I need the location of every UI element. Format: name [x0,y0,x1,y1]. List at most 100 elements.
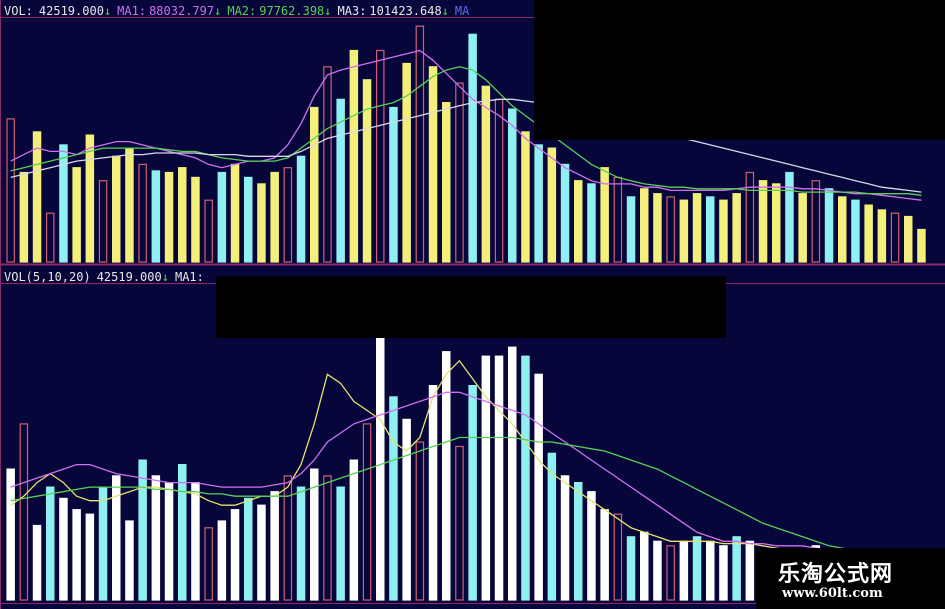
top-volume-bar [811,180,821,263]
top-volume-bar [376,49,385,263]
top-volume-bar [917,228,926,263]
bottom-header-mask [216,276,726,338]
top-volume-bar [666,196,675,263]
bottom-volume-bar [336,486,345,601]
bottom-volume-bar [270,491,279,601]
bottom-volume-bar [296,486,306,601]
top-volume-bar [257,183,266,263]
bottom-volume-bar [653,540,662,601]
bottom-volume-bar [244,497,253,601]
top-volume-bar [125,147,134,263]
bottom-volume-bar [59,497,68,601]
top-volume-bar [705,196,715,263]
bottom-volume-bar [72,509,81,601]
bottom-volume-bar [125,520,134,601]
bottom-ma3-line [10,436,922,563]
top-volume-bar [402,62,411,263]
top-volume-bar [851,199,860,263]
bottom-volume-bar [468,385,477,601]
top-ma2-label: MA2: [227,4,257,18]
top-volume-bar [349,49,359,263]
bottom-volume-bar [508,346,517,601]
top-vol-value: 42519.000 [38,4,104,18]
bottom-volume-bar [45,486,55,601]
volume-chart-window: VOL: 42519.000↓ MA1: 88032.797↓ MA2: 97762.39… [0,0,945,609]
top-volume-bar [534,144,543,263]
top-volume-bar [639,188,649,263]
bottom-volume-bar [402,418,411,601]
bottom-volume-bar [679,540,689,601]
bottom-volume-bar [19,423,29,601]
top-volume-bar [217,171,227,263]
top-volume-bar [521,131,530,263]
down-arrow-icon: ↓ [103,4,112,18]
top-volume-bar [442,101,451,263]
bottom-volume-bar [310,468,319,601]
top-volume-bar [389,106,398,263]
top-volume-bar [6,118,15,263]
bottom-volume-bar [389,396,398,601]
top-ma3-value: 101423.648 [369,4,442,18]
top-volume-bar [230,163,240,263]
top-volume-bar [323,66,332,263]
top-volume-bar [626,196,636,263]
bottom-vol-label: VOL(5,10,20) [4,270,91,284]
bottom-panel-header: VOL(5,10,20) 42519.000↓ MA1: [4,268,210,286]
bottom-volume-bar [151,475,161,601]
top-volume-bar [468,33,477,263]
top-volume-bar [890,212,900,263]
bottom-volume-bar [191,482,200,601]
top-volume-bar [310,106,319,263]
top-volume-bar [151,170,161,263]
bottom-volume-bar [639,531,649,601]
top-ma2-value: 97762.398 [259,4,325,18]
down-arrow-icon: ↓ [441,4,449,18]
top-volume-bar [798,193,807,263]
bottom-volume-bar [428,385,438,601]
top-volume-bar [296,155,306,263]
bottom-volume-bar [613,513,623,601]
top-volume-bar [745,171,755,263]
bottom-volume-bar [587,491,596,601]
top-volume-bar [191,176,200,263]
bottom-ma1-label: MA1: [174,270,204,284]
bottom-volume-bar [323,475,332,601]
top-volume-bar [771,183,781,263]
bottom-volume-bar [521,355,530,601]
bottom-volume-bar [732,536,741,601]
bottom-volume-bar [745,540,755,601]
bottom-volume-bar [666,545,675,601]
top-volume-bar [837,196,847,263]
top-volume-bar [19,171,29,263]
top-volume-bar [481,85,491,263]
top-volume-bar [785,171,794,263]
top-volume-bar [415,25,425,263]
bottom-volume-bar [98,486,108,601]
top-volume-bar [455,82,464,263]
top-volume-bar [244,176,253,263]
bottom-volume-bar [32,524,42,601]
top-volume-bar [600,167,609,263]
top-ma4-label: MA [454,4,470,18]
top-volume-bar [270,171,279,263]
top-volume-bar [204,199,213,263]
top-volume-bar [283,167,293,263]
top-volume-bar [824,188,834,263]
top-volume-bar [164,171,174,263]
top-volume-bar [560,163,570,263]
bottom-volume-bar [230,509,240,601]
top-volume-bar [679,199,689,263]
watermark-url: www.60lt.com [782,586,883,601]
top-volume-bar [864,204,873,263]
bottom-volume-bar [178,464,187,601]
bottom-volume-bar [442,351,451,601]
down-arrow-icon: ↓ [214,4,222,18]
top-volume-bar [72,167,81,263]
top-volume-bar [573,180,583,263]
top-volume-bar [178,167,187,263]
top-volume-bar [362,79,372,263]
top-volume-bar [138,163,147,263]
bottom-volume-bar [85,513,95,601]
top-volume-bar [692,193,702,263]
top-volume-bar [653,193,662,263]
